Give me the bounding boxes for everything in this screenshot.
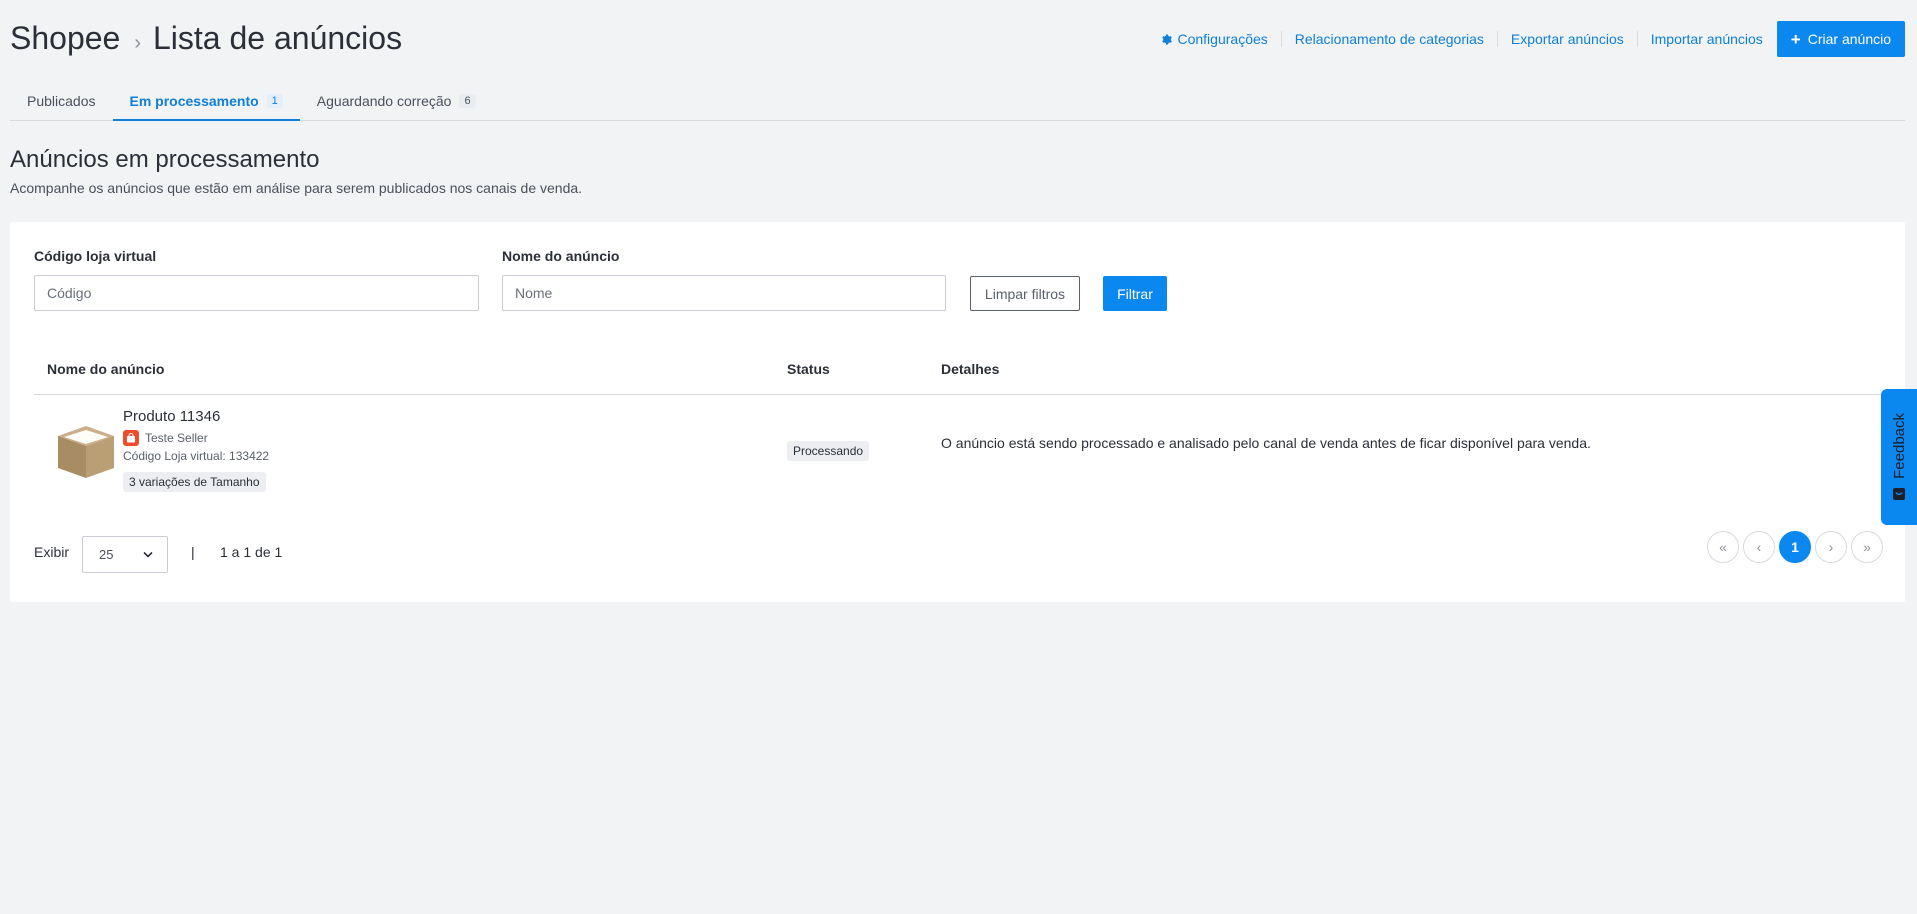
tab-published[interactable]: Publicados	[10, 84, 113, 121]
status-badge: Processando	[787, 441, 870, 461]
listings-card: Código loja virtual Código Nome do anúnc…	[10, 222, 1905, 602]
breadcrumb-root[interactable]: Shopee	[10, 20, 120, 57]
variations-badge: 3 variações de Tamanho	[123, 472, 266, 492]
product-name[interactable]: Produto 11346	[123, 408, 220, 425]
row-details: O anúncio está sendo processado e analis…	[941, 435, 1591, 451]
breadcrumb-separator: ›	[134, 32, 141, 54]
tab-label: Em processamento	[129, 93, 259, 109]
page-title: Lista de anúncios	[153, 20, 403, 56]
section-title: Anúncios em processamento	[10, 146, 320, 173]
first-page-button[interactable]: «	[1707, 531, 1739, 563]
prev-page-button[interactable]: ‹	[1743, 531, 1775, 563]
per-page-select[interactable]: 25	[82, 536, 168, 573]
feedback-icon	[1893, 487, 1905, 500]
name-filter-input[interactable]: Nome	[502, 275, 946, 311]
pagination-controls: « ‹ 1 › »	[1707, 531, 1883, 563]
tab-label: Aguardando correção	[316, 93, 452, 109]
page-header: Shopee › Lista de anúncios Configurações…	[10, 18, 1905, 62]
per-page-value: 25	[99, 547, 114, 562]
per-page-label: Exibir	[34, 544, 70, 560]
code-filter-input[interactable]: Código	[34, 275, 479, 311]
settings-label: Configurações	[1177, 31, 1268, 47]
section-subtitle: Acompanhe os anúncios que estão em análi…	[10, 180, 583, 196]
column-header-name: Nome do anúncio	[47, 361, 165, 377]
name-filter-label: Nome do anúncio	[502, 248, 620, 264]
column-header-details: Detalhes	[941, 361, 1000, 377]
clear-filters-button[interactable]: Limpar filtros	[970, 276, 1080, 311]
tab-processing[interactable]: Em processamento 1	[112, 84, 300, 121]
tab-awaiting-correction[interactable]: Aguardando correção 6	[300, 84, 493, 121]
seller-info: Teste Seller	[123, 430, 208, 446]
settings-link[interactable]: Configurações	[1148, 31, 1280, 47]
code-filter-label: Código loja virtual	[34, 248, 157, 264]
create-listing-label: Criar anúncio	[1807, 31, 1891, 47]
header-actions: Configurações Relacionamento de categori…	[1148, 21, 1905, 57]
next-page-button[interactable]: ›	[1815, 531, 1847, 563]
chevron-down-icon	[143, 551, 153, 558]
tabs: Publicados Em processamento 1 Aguardando…	[10, 84, 1905, 121]
tab-label: Publicados	[27, 93, 96, 109]
tab-count-badge: 6	[459, 94, 476, 108]
last-page-button[interactable]: »	[1851, 531, 1883, 563]
shopee-bag-icon	[123, 430, 139, 446]
pagination-separator: |	[191, 544, 195, 560]
breadcrumb: Shopee › Lista de anúncios	[10, 20, 402, 57]
column-header-status: Status	[787, 361, 830, 377]
feedback-label: Feedback	[1890, 413, 1908, 479]
store-code: Código Loja virtual: 133422	[123, 449, 270, 463]
seller-name: Teste Seller	[145, 431, 208, 445]
create-listing-button[interactable]: + Criar anúncio	[1776, 21, 1905, 57]
gear-icon	[1162, 34, 1173, 44]
feedback-button[interactable]: Feedback	[1881, 389, 1917, 525]
page-button-current[interactable]: 1	[1779, 531, 1811, 563]
tab-count-badge: 1	[266, 94, 283, 108]
product-thumbnail[interactable]	[50, 422, 122, 482]
export-link[interactable]: Exportar anúncios	[1496, 31, 1637, 47]
plus-icon: +	[1790, 29, 1801, 49]
table-divider	[34, 394, 1905, 395]
import-link[interactable]: Importar anúncios	[1636, 31, 1777, 47]
pagination-range: 1 a 1 de 1	[220, 544, 283, 560]
categories-link[interactable]: Relacionamento de categorias	[1280, 31, 1497, 47]
filter-button[interactable]: Filtrar	[1103, 276, 1167, 311]
